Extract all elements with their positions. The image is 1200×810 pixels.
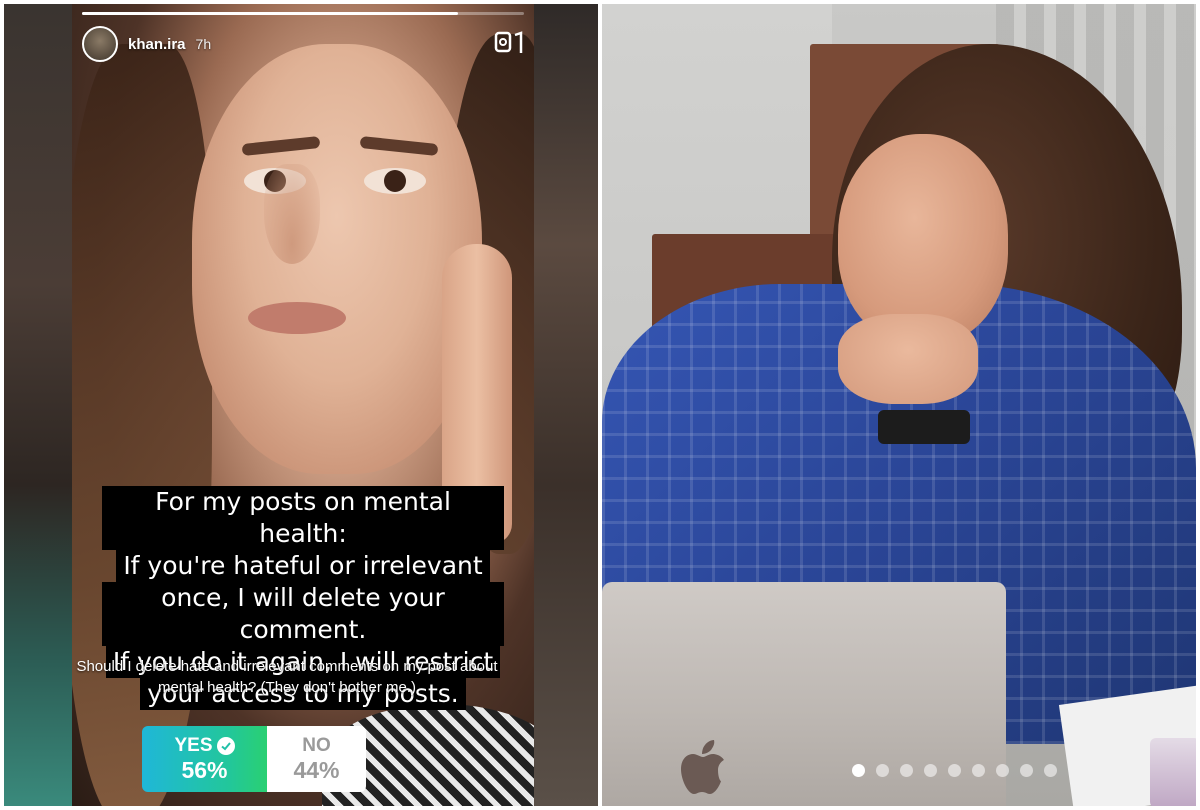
photo-face — [838, 134, 1008, 344]
carousel-dot[interactable] — [1044, 764, 1057, 777]
story-blur-right — [532, 4, 598, 806]
poll-option-yes-label-wrap: YES — [174, 734, 235, 757]
photo-panel — [602, 4, 1196, 806]
poll-option-no[interactable]: NO 44% — [267, 726, 366, 792]
story-blur-left — [4, 4, 72, 806]
story-photo-nose — [264, 164, 320, 264]
story-frame[interactable]: khan.ira 7h For my posts on mental healt… — [72, 4, 534, 806]
poll-option-no-label: NO — [302, 734, 331, 756]
right-eye — [364, 168, 426, 194]
caption-line: If you're hateful or irrelevant — [116, 550, 490, 582]
photo-hand — [838, 314, 978, 404]
checkmark-icon — [216, 736, 235, 755]
left-eyebrow — [241, 135, 321, 157]
carousel-dot[interactable] — [996, 764, 1009, 777]
carousel-dot[interactable] — [852, 764, 865, 777]
carousel-dot[interactable] — [972, 764, 985, 777]
apple-logo-icon — [674, 736, 738, 800]
caption-line: once, I will delete your comment. — [102, 582, 504, 646]
poll-question: Should I delete hate and irrelevant comm… — [76, 658, 498, 696]
avatar[interactable] — [82, 26, 118, 62]
instagram-story-panel: khan.ira 7h For my posts on mental healt… — [4, 4, 598, 806]
story-photo-lips — [248, 302, 346, 334]
carousel-dot[interactable] — [924, 764, 937, 777]
carousel-dot[interactable] — [876, 764, 889, 777]
carousel-dot[interactable] — [1020, 764, 1033, 777]
carousel-dot[interactable] — [948, 764, 961, 777]
story-progress-fill — [82, 12, 458, 15]
story-progress-bar — [82, 12, 524, 15]
poll-option-yes-label: YES — [174, 734, 213, 756]
phone-time-icon — [490, 22, 530, 62]
story-username[interactable]: khan.ira — [128, 36, 186, 53]
carousel-indicator[interactable] — [852, 764, 1057, 777]
story-header: khan.ira 7h — [82, 26, 211, 62]
wristwatch — [878, 410, 970, 444]
story-timestamp: 7h — [195, 36, 212, 52]
carousel-dot[interactable] — [900, 764, 913, 777]
caption-line: For my posts on mental health: — [102, 486, 504, 550]
cup — [1150, 738, 1196, 806]
poll-option-yes-percent: 56% — [181, 756, 228, 783]
poll-option-yes[interactable]: YES 56% — [142, 726, 267, 792]
story-photo-face — [192, 44, 482, 474]
poll-widget: YES 56% NO 44% — [142, 726, 366, 792]
poll-option-no-percent: 44% — [293, 756, 340, 783]
right-eyebrow — [359, 135, 439, 157]
